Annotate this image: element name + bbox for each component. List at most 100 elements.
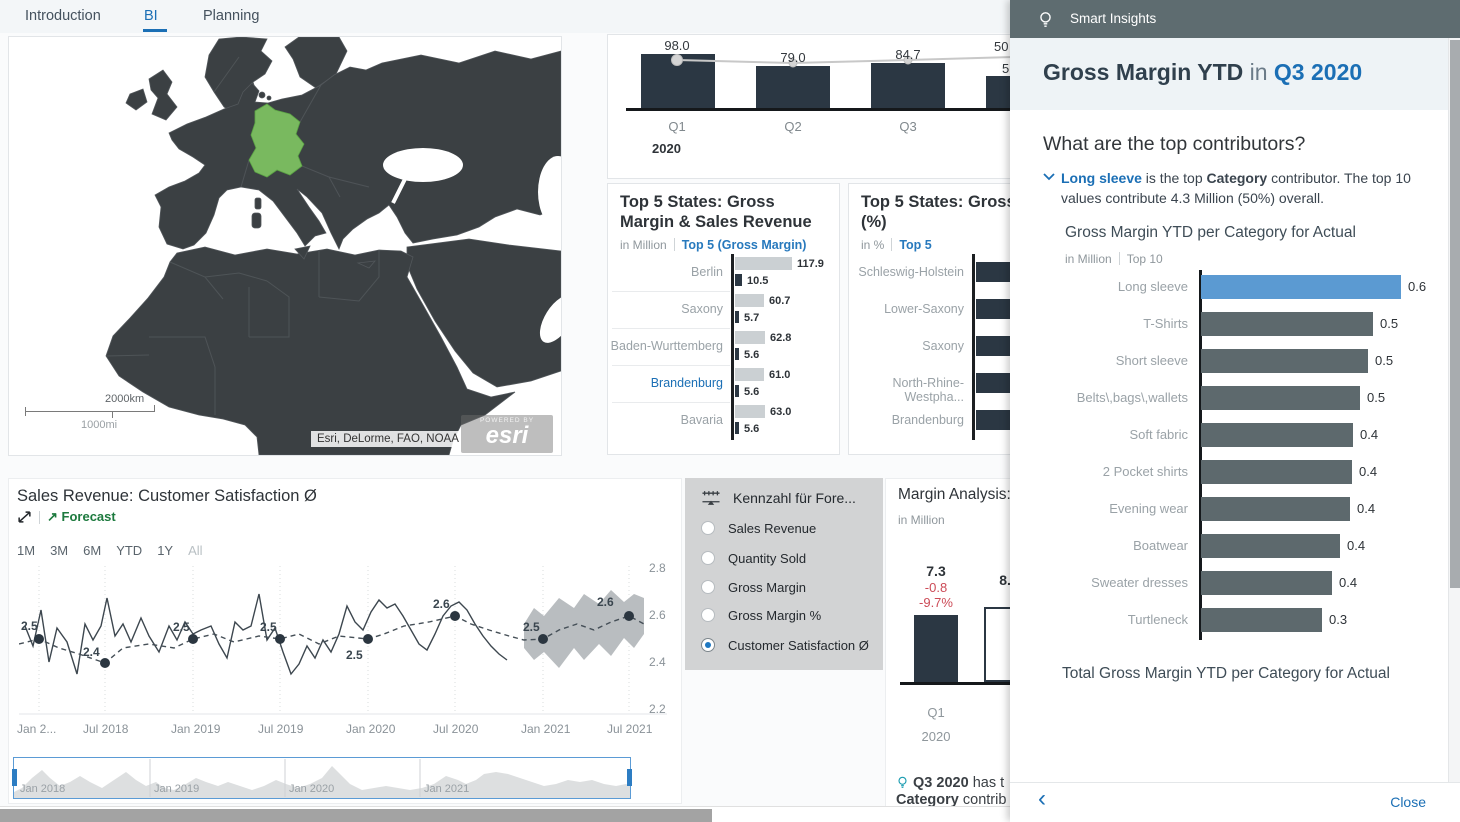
close-button[interactable]: Close: [1390, 794, 1426, 810]
chevron-down-icon[interactable]: [1043, 173, 1055, 181]
insight-title-bar: Gross Margin YTD in Q3 2020: [1010, 38, 1460, 110]
widget-title: Top 5 States: Gross Margin & Sales Reven…: [620, 192, 832, 232]
radio-icon[interactable]: [701, 608, 715, 622]
bar[interactable]: [1201, 386, 1360, 410]
x-tick-q1: Q1: [656, 119, 698, 134]
europe-africa-map[interactable]: [9, 37, 561, 455]
data-point[interactable]: [363, 634, 373, 644]
insight-period: Q3 2020: [913, 775, 969, 791]
range-all[interactable]: All: [188, 543, 202, 558]
margin-bar[interactable]: [735, 348, 739, 360]
geo-map-widget[interactable]: 2000km 1000mi Esri, DeLorme, FAO, NOAA P…: [8, 36, 562, 456]
bar-value: 7.3: [914, 563, 958, 579]
actual-bar[interactable]: [914, 615, 958, 682]
x-tick: Q1: [914, 705, 958, 720]
bar-value: 5.7: [744, 312, 759, 324]
data-point[interactable]: [100, 658, 110, 668]
radio-icon[interactable]: [701, 521, 715, 535]
revenue-bar[interactable]: [735, 331, 765, 344]
tab-introduction[interactable]: Introduction: [25, 8, 101, 24]
radio-quantity-sold[interactable]: Quantity Sold: [701, 548, 806, 568]
bar[interactable]: [1201, 460, 1352, 484]
bar-value-label-cut: 50: [994, 39, 1008, 54]
vertical-scrollbar-track[interactable]: [1448, 38, 1460, 782]
radio-icon[interactable]: [701, 580, 715, 594]
data-point[interactable]: [275, 634, 285, 644]
back-chevron-button[interactable]: ‹: [1038, 787, 1046, 811]
si-footer: ‹ Close: [1010, 782, 1460, 822]
panel-title: Kennzahl für Fore...: [733, 490, 856, 506]
range-6m[interactable]: 6M: [83, 543, 101, 558]
satisfaction-timeseries-widget: Sales Revenue: Customer Satisfaction Ø ↗…: [8, 478, 682, 804]
radio-icon[interactable]: [701, 551, 715, 565]
data-point[interactable]: [450, 611, 460, 621]
top5-revenue-widget: Top 5 States: Gross Margin & Sales Reven…: [607, 183, 840, 455]
bar[interactable]: [1201, 571, 1332, 595]
insight-period[interactable]: Q3 2020: [1274, 59, 1362, 85]
point-label: 2.6: [597, 595, 614, 609]
revenue-bar[interactable]: [735, 368, 764, 381]
range-handle-left[interactable]: [12, 769, 17, 786]
filter-chip[interactable]: Top 5: [899, 238, 931, 252]
tab-bi[interactable]: BI: [144, 8, 158, 24]
radio-gross-margin[interactable]: Gross Margin: [701, 577, 806, 597]
margin-bar[interactable]: [735, 274, 742, 286]
data-point[interactable]: [34, 634, 44, 644]
margin-bar[interactable]: [735, 422, 739, 434]
bar[interactable]: [1201, 312, 1373, 336]
data-point[interactable]: [624, 611, 634, 621]
bar[interactable]: [1201, 349, 1368, 373]
margin-bar[interactable]: [735, 385, 739, 397]
top-contributor-link[interactable]: Long sleeve: [1061, 170, 1142, 186]
range-1m[interactable]: 1M: [17, 543, 35, 558]
point-label: 2.5: [260, 620, 277, 634]
bar[interactable]: [1201, 608, 1322, 632]
category-label: Short sleeve: [1010, 353, 1188, 368]
point-label: 2.5: [346, 648, 363, 662]
category-label: Saxony: [608, 302, 723, 316]
range-1y[interactable]: 1Y: [157, 543, 173, 558]
filter-chip[interactable]: Top 10: [1127, 252, 1163, 266]
horizontal-scrollbar-track[interactable]: [0, 806, 1010, 822]
x-tick-q3: Q3: [887, 119, 929, 134]
bar-value: 0.5: [1375, 353, 1393, 368]
range-handle-right[interactable]: [627, 769, 632, 786]
category-label-selected[interactable]: Brandenburg: [608, 376, 723, 390]
range-ytd[interactable]: YTD: [116, 543, 142, 558]
forecast-link[interactable]: ↗ Forecast: [47, 509, 116, 525]
range-3m[interactable]: 3M: [50, 543, 68, 558]
map-denmark-isle2: [267, 96, 271, 100]
tab-planning[interactable]: Planning: [203, 8, 259, 24]
bar-value: 0.6: [1408, 279, 1426, 294]
horizontal-scrollbar-thumb[interactable]: [0, 809, 712, 822]
data-point[interactable]: [538, 634, 548, 644]
radio-sales-revenue[interactable]: Sales Revenue: [701, 518, 816, 538]
bar[interactable]: [1201, 497, 1350, 521]
filter-chip[interactable]: Top 5 (Gross Margin): [682, 238, 807, 252]
bar-highlighted[interactable]: [1201, 275, 1401, 299]
vertical-scrollbar-thumb[interactable]: [1450, 40, 1460, 588]
margin-bar[interactable]: [735, 311, 739, 323]
insight-text: has t: [969, 775, 1004, 791]
forecast-scenario-icon[interactable]: [17, 510, 32, 524]
overview-tick: Jan 2019: [154, 783, 199, 795]
bar[interactable]: [1201, 534, 1340, 558]
insight-measure: Gross Margin YTD: [1043, 59, 1243, 85]
overview-range-slider[interactable]: Jan 2018 Jan 2019 Jan 2020 Jan 2021: [13, 757, 631, 799]
contributors-question: What are the top contributors?: [1043, 133, 1305, 156]
line-point-q1[interactable]: [672, 55, 683, 66]
data-point[interactable]: [188, 634, 198, 644]
revenue-bar[interactable]: [735, 405, 765, 418]
timeseries-plot[interactable]: 2.5 2.4 2.5 2.5 2.5 2.6 2.5 2.6: [19, 564, 667, 718]
radio-icon-selected[interactable]: [701, 638, 715, 652]
panel-title: Smart Insights: [1070, 11, 1156, 26]
radio-gross-margin-pct[interactable]: Gross Margin %: [701, 605, 821, 625]
map-scale-tick-mi: [112, 411, 113, 418]
revenue-bar[interactable]: [735, 294, 764, 307]
bar-value: 5.6: [744, 423, 759, 435]
radio-customer-satisfaction[interactable]: Customer Satisfaction Ø: [701, 635, 869, 655]
bar[interactable]: [1201, 423, 1353, 447]
lightbulb-icon: [1037, 10, 1054, 28]
revenue-bar[interactable]: [735, 257, 792, 270]
esri-logo: POWERED BY esri: [461, 415, 553, 453]
